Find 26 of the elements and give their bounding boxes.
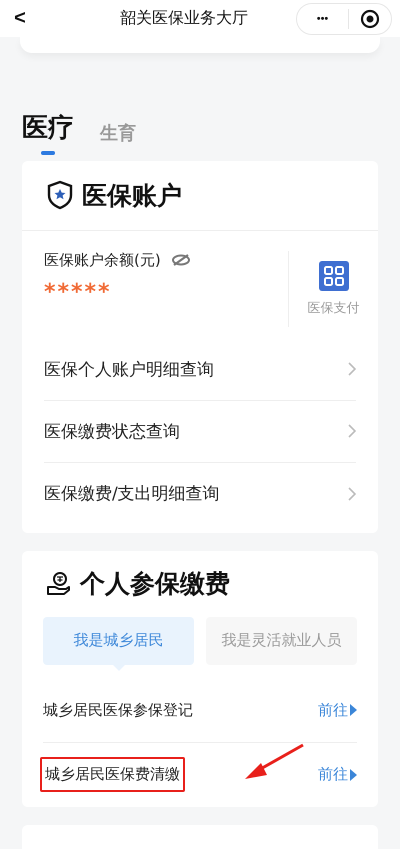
- balance-label: 医保账户余额(元): [44, 250, 161, 270]
- go-link[interactable]: 前往: [318, 700, 357, 720]
- hidden-eye-icon[interactable]: [170, 254, 191, 266]
- balance-value: *****: [44, 280, 113, 305]
- service-label: 城乡居民医保费清缴: [40, 757, 185, 792]
- card-title: 个人参保缴费: [80, 568, 230, 600]
- go-link[interactable]: 前往: [318, 765, 357, 784]
- hand-coin-icon: [46, 570, 72, 597]
- triangle-right-icon: [350, 704, 357, 716]
- pay-label: 医保支付: [308, 300, 360, 317]
- close-icon[interactable]: [360, 8, 380, 29]
- qr-code-icon[interactable]: [318, 260, 348, 291]
- tab[interactable]: 医疗: [22, 109, 74, 156]
- menu-item[interactable]: 医保缴费/支出明细查询: [44, 462, 356, 525]
- menu-item[interactable]: 医保个人账户明细查询: [44, 338, 356, 401]
- chevron-right-icon: [348, 424, 356, 438]
- service-label: 城乡居民医保参保登记: [43, 700, 193, 720]
- chevron-right-icon: [348, 362, 356, 376]
- back-button[interactable]: <: [8, 7, 32, 30]
- menu-item[interactable]: 医保缴费状态查询: [44, 400, 356, 463]
- triangle-right-icon: [350, 768, 357, 781]
- chevron-right-icon: [348, 486, 356, 501]
- more-button[interactable]: •••: [297, 8, 349, 29]
- window-title: 韶关医保业务大厅: [119, 8, 249, 30]
- card-title: 医保账户: [82, 180, 182, 212]
- shield-icon: [46, 180, 74, 210]
